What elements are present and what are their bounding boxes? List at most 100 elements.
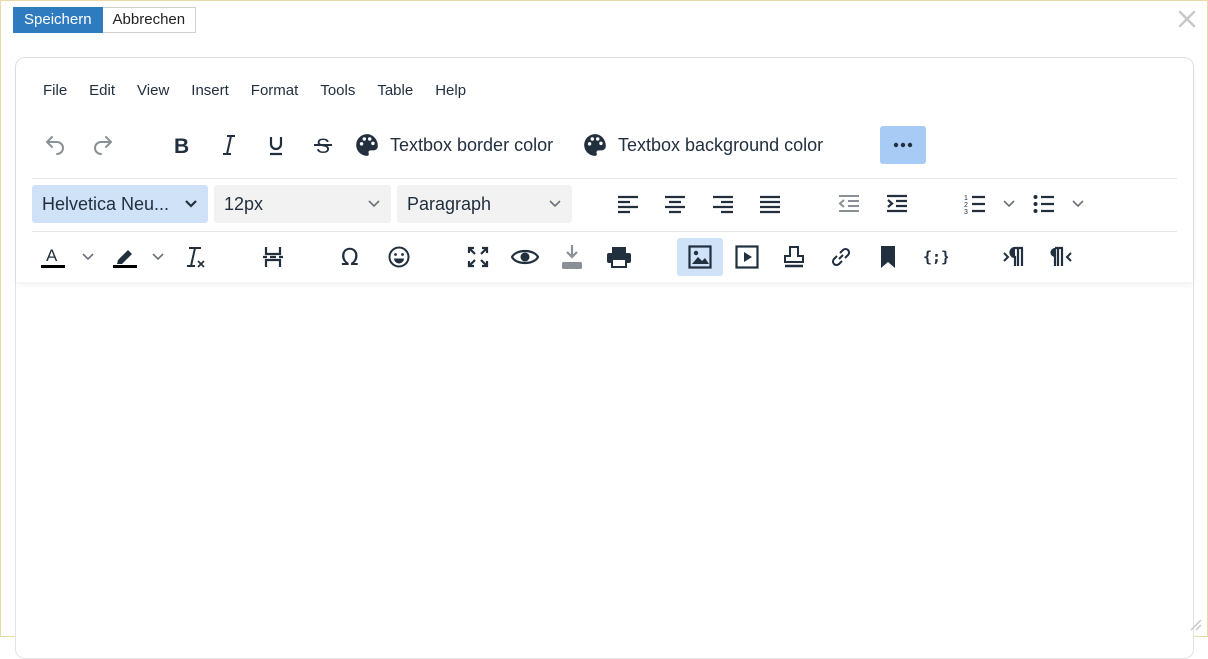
svg-text:{;}: {;} [923, 248, 948, 266]
align-right-icon [713, 195, 733, 214]
indent-button[interactable] [879, 185, 915, 223]
highlight-color-button[interactable] [108, 238, 142, 276]
insert-image-button[interactable] [677, 238, 723, 276]
palette-icon [584, 134, 606, 156]
chevron-down-icon [1003, 200, 1015, 208]
align-justify-button[interactable] [752, 185, 788, 223]
chevron-down-icon [1072, 200, 1084, 208]
bullet-list-button[interactable] [1027, 185, 1061, 223]
numbered-list-button[interactable]: 123 [958, 185, 992, 223]
chevron-down-icon [549, 200, 561, 208]
font-family-value: Helvetica Neu... [42, 193, 170, 214]
align-right-button[interactable] [705, 185, 741, 223]
strikethrough-button[interactable]: S [306, 126, 340, 164]
italic-button[interactable] [212, 126, 246, 164]
italic-icon [223, 135, 235, 155]
insert-media-button[interactable] [730, 238, 764, 276]
svg-text:3: 3 [964, 209, 968, 216]
template-variable-button[interactable]: {;} [918, 238, 952, 276]
resize-icon[interactable] [1189, 618, 1203, 632]
ltr-icon [1003, 246, 1024, 266]
right-to-left-button[interactable] [1044, 238, 1078, 276]
emoji-icon [388, 246, 410, 268]
chevron-down-icon [368, 200, 380, 208]
textbox-background-color-button[interactable]: Textbox background color [582, 126, 842, 164]
menu-file[interactable]: File [34, 78, 76, 103]
clear-formatting-icon [187, 247, 205, 268]
numbered-list-icon: 123 [964, 195, 985, 216]
menu-help[interactable]: Help [426, 78, 475, 103]
preview-icon [511, 249, 539, 265]
editor-content-area[interactable] [16, 284, 1193, 628]
redo-icon [94, 136, 112, 155]
more-button[interactable] [880, 126, 926, 164]
insert-link-button[interactable] [824, 238, 858, 276]
page-break-button[interactable] [256, 238, 290, 276]
undo-button[interactable] [38, 126, 72, 164]
textbox-border-color-button[interactable]: Textbox border color [354, 126, 564, 164]
indent-icon [887, 194, 907, 213]
numbered-list-options-button[interactable] [996, 185, 1022, 223]
menu-insert[interactable]: Insert [182, 78, 238, 103]
menu-table[interactable]: Table [368, 78, 422, 103]
text-color-button[interactable]: A [36, 238, 70, 276]
rtl-icon [1050, 246, 1072, 266]
highlight-icon [113, 250, 137, 268]
media-icon [735, 245, 759, 269]
preview-button[interactable] [508, 238, 542, 276]
fullscreen-button[interactable] [461, 238, 495, 276]
page-break-icon [263, 247, 283, 267]
undo-icon [46, 136, 64, 155]
outdent-icon [838, 195, 859, 212]
close-icon[interactable] [1175, 7, 1199, 31]
text-color-options-button[interactable] [76, 238, 100, 276]
text-color-icon: A [41, 246, 65, 268]
bold-button[interactable]: B [164, 126, 198, 164]
svg-text:Ω: Ω [341, 245, 359, 270]
menu-edit[interactable]: Edit [80, 78, 124, 103]
svg-text:A: A [46, 246, 58, 265]
menu-view[interactable]: View [128, 78, 178, 103]
bullet-list-icon [1033, 195, 1054, 213]
font-size-select[interactable]: 12px [214, 185, 391, 223]
strikethrough-icon: S [314, 135, 332, 157]
font-family-select[interactable]: Helvetica Neu... [32, 185, 208, 223]
menubar: File Edit View Insert Format Tools Table… [34, 78, 479, 103]
svg-text:1: 1 [964, 195, 968, 202]
print-button[interactable] [602, 238, 636, 276]
toolbar-row-3: A Ω {;} [32, 231, 1177, 276]
textbox-border-color-label: Textbox border color [390, 134, 554, 155]
underline-button[interactable] [259, 126, 293, 164]
underline-icon [269, 137, 283, 156]
highlight-options-button[interactable] [146, 238, 170, 276]
left-to-right-button[interactable] [997, 238, 1031, 276]
redo-button[interactable] [86, 126, 120, 164]
block-format-select[interactable]: Paragraph [397, 185, 572, 223]
cancel-button[interactable]: Abbrechen [102, 7, 197, 33]
bookmark-button[interactable] [871, 238, 905, 276]
font-size-value: 12px [224, 193, 264, 214]
align-left-icon [618, 195, 638, 214]
stamp-icon [784, 246, 804, 268]
download-button[interactable] [555, 238, 589, 276]
print-icon [607, 247, 631, 268]
emoticons-button[interactable] [382, 238, 416, 276]
dialog-button-bar: Speichern Abbrechen [13, 7, 197, 33]
bookmark-icon [881, 246, 895, 268]
svg-text:2: 2 [964, 202, 968, 209]
clear-formatting-button[interactable] [177, 238, 211, 276]
special-character-button[interactable]: Ω [335, 238, 369, 276]
stamp-button[interactable] [777, 238, 811, 276]
save-button[interactable]: Speichern [13, 7, 103, 33]
bullet-list-options-button[interactable] [1065, 185, 1091, 223]
fullscreen-icon [467, 246, 489, 268]
menu-tools[interactable]: Tools [311, 78, 364, 103]
toolbar-row-1: B S Textbox border color Textbox backgro… [32, 125, 1177, 165]
chevron-down-icon [152, 253, 164, 261]
block-format-value: Paragraph [407, 193, 492, 214]
menu-format[interactable]: Format [242, 78, 308, 103]
align-center-button[interactable] [657, 185, 693, 223]
download-icon [562, 245, 582, 269]
align-left-button[interactable] [610, 185, 646, 223]
outdent-button[interactable] [831, 185, 867, 223]
